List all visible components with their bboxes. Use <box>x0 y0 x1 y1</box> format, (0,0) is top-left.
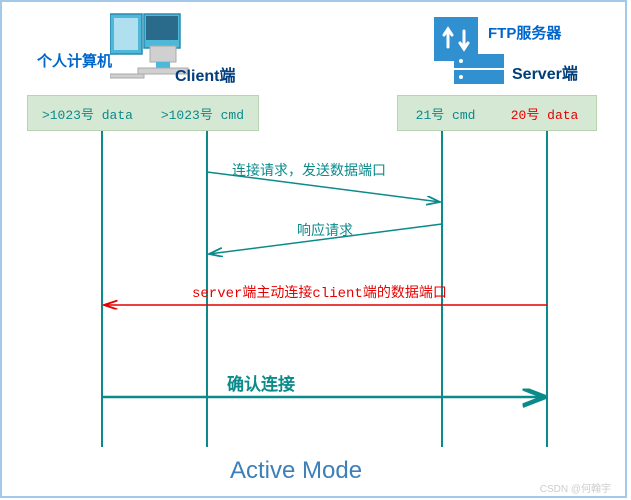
client-cmd-port: >1023号 cmd <box>161 104 244 123</box>
server-rack-icon <box>454 54 504 89</box>
msg-4-label: 确认连接 <box>227 370 295 395</box>
client-data-port: >1023号 data <box>42 104 133 123</box>
client-role: Client端 <box>175 62 235 86</box>
server-ports-box: 21号 cmd 20号 data <box>397 95 597 131</box>
server-title: FTP服务器 <box>488 22 561 43</box>
msg-3-label: server端主动连接client端的数据端口 <box>192 282 447 302</box>
server-cmd-port: 21号 cmd <box>416 104 476 123</box>
client-title: 个人计算机 <box>37 50 112 71</box>
msg-1-label: 连接请求，发送数据端口 <box>232 160 386 180</box>
server-data-port: 20号 data <box>511 104 579 123</box>
server-role: Server端 <box>512 60 578 84</box>
diagram-title: Active Mode <box>230 457 362 485</box>
sequence-diagram: 个人计算机 Client端 FTP服务器 Server端 >1023号 data… <box>0 0 627 498</box>
msg-2-label: 响应请求 <box>297 220 353 240</box>
watermark: CSDN @何翰宇 <box>540 480 611 495</box>
client-ports-box: >1023号 data >1023号 cmd <box>27 95 259 131</box>
